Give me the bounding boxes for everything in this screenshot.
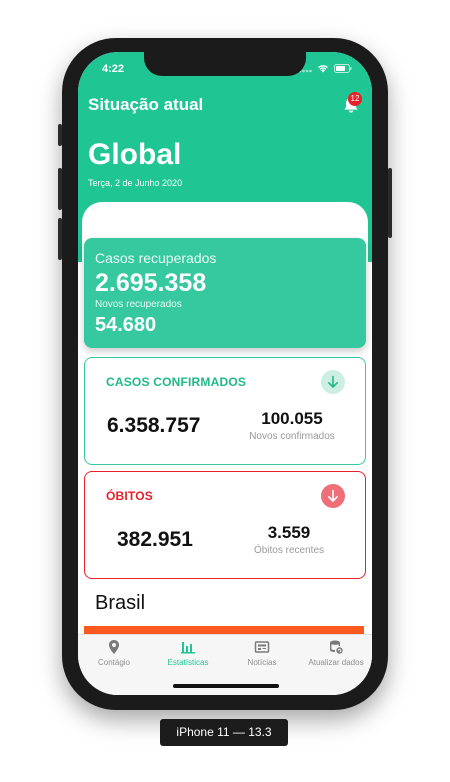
tab-contagio[interactable]: Contágio — [78, 639, 151, 667]
app-screen: 4:22 Situação atual 12 Global Terça, 2 d… — [78, 52, 372, 695]
tab-estatisticas[interactable]: Estatísticas — [151, 639, 225, 667]
notification-badge: 12 — [348, 92, 362, 106]
tab-label: Atualizar dados — [308, 658, 364, 667]
region-title: Global — [88, 138, 182, 171]
recovered-new-label: Novos recuperados — [95, 299, 182, 310]
tab-label: Notícias — [247, 658, 277, 667]
recovered-new-value: 54.680 — [95, 314, 157, 336]
volume-down-button — [58, 218, 62, 260]
newspaper-icon — [254, 641, 270, 653]
deaths-new-label: Óbitos recentes — [253, 545, 325, 556]
battery-icon — [334, 64, 352, 73]
page-title: Situação atual — [88, 95, 204, 114]
region-date: Terça, 2 de Junho 2020 — [88, 178, 183, 188]
arrow-down-icon[interactable] — [321, 370, 345, 394]
deaths-new-value: 3.559 — [267, 523, 311, 542]
home-indicator[interactable] — [173, 684, 279, 688]
bar-chart-icon — [181, 642, 195, 654]
database-refresh-icon — [330, 640, 343, 654]
device-label: iPhone 11 — 13.3 — [160, 719, 288, 746]
recovered-total: 2.695.358 — [95, 269, 207, 297]
wifi-icon — [318, 65, 328, 73]
confirmed-card[interactable]: CASOS CONFIRMADOS 6.358.757 100.055 Novo… — [84, 357, 366, 465]
confirmed-total: 6.358.757 — [107, 414, 201, 437]
notch — [144, 52, 306, 76]
location-pin-icon — [109, 640, 119, 654]
tab-bar: Contágio Estatísticas Notícias Atualizar… — [78, 634, 372, 695]
recovered-card[interactable]: Casos recuperados 2.695.358 Novos recupe… — [84, 238, 366, 348]
confirmed-new-value: 100.055 — [261, 409, 323, 428]
arrow-down-icon[interactable] — [321, 484, 345, 508]
recovered-label: Casos recuperados — [95, 250, 217, 266]
status-icons — [298, 64, 352, 73]
power-button — [388, 168, 392, 238]
tab-noticias[interactable]: Notícias — [225, 639, 299, 667]
volume-up-button — [58, 168, 62, 210]
status-time: 4:22 — [102, 63, 125, 75]
tab-label: Contágio — [97, 658, 131, 667]
country-title: Brasil — [95, 592, 146, 614]
tab-label: Estatísticas — [167, 658, 209, 667]
silent-switch — [58, 124, 62, 146]
deaths-card[interactable]: ÓBITOS 382.951 3.559 Óbitos recentes — [84, 471, 366, 579]
deaths-total: 382.951 — [117, 528, 193, 551]
confirmed-title: CASOS CONFIRMADOS — [106, 375, 247, 389]
tab-atualizar-dados[interactable]: Atualizar dados — [299, 639, 372, 667]
confirmed-new-label: Novos confirmados — [249, 431, 335, 442]
deaths-title: ÓBITOS — [106, 489, 153, 503]
